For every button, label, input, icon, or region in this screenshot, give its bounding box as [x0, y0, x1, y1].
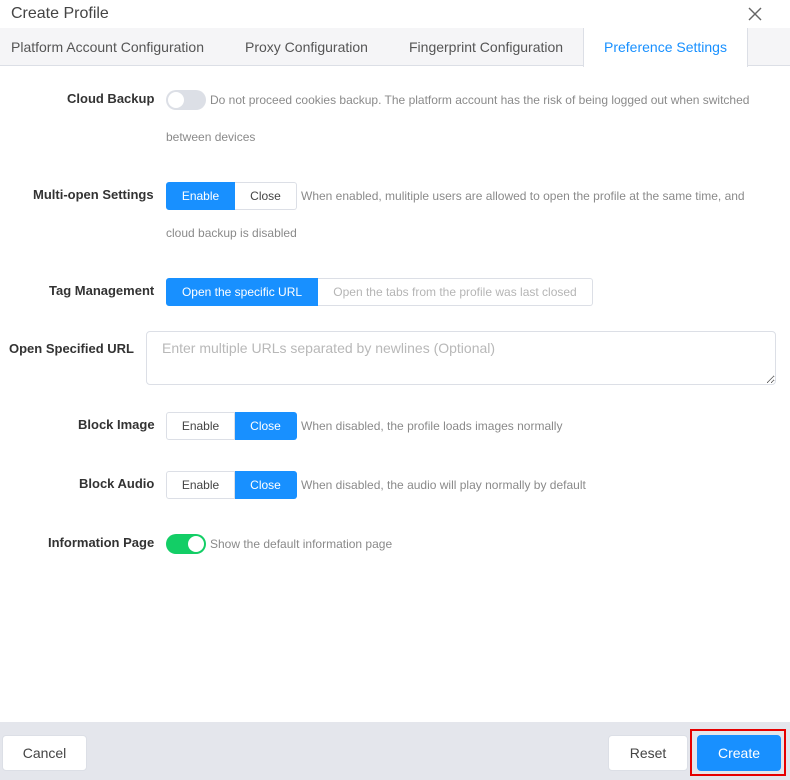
- block-image-close-button[interactable]: Close: [235, 412, 297, 440]
- cloud-backup-hint-line1: Do not proceed cookies backup. The platf…: [210, 93, 750, 107]
- multi-open-label: Multi-open Settings: [33, 187, 154, 202]
- information-page-toggle[interactable]: [166, 534, 206, 554]
- tab-preference-settings[interactable]: Preference Settings: [583, 28, 748, 67]
- block-image-segmented: Enable Close: [166, 412, 297, 440]
- toggle-knob: [188, 536, 204, 552]
- cloud-backup-label: Cloud Backup: [67, 91, 155, 106]
- block-audio-label: Block Audio: [79, 476, 155, 491]
- open-specified-url-textarea[interactable]: [146, 331, 776, 385]
- create-button-highlight: [690, 729, 786, 776]
- tag-management-segmented: Open the specific URL Open the tabs from…: [166, 278, 593, 306]
- tab-fingerprint-configuration[interactable]: Fingerprint Configuration: [398, 28, 574, 66]
- information-page-label: Information Page: [48, 535, 155, 550]
- open-specified-url-label: Open Specified URL: [9, 341, 134, 356]
- multi-open-hint-line2: cloud backup is disabled: [166, 226, 297, 240]
- dialog-footer: Cancel Reset Create: [0, 722, 790, 780]
- information-page-hint: Show the default information page: [210, 537, 393, 551]
- reset-button[interactable]: Reset: [608, 735, 688, 771]
- block-audio-hint: When disabled, the audio will play norma…: [301, 478, 586, 492]
- block-audio-enable-button[interactable]: Enable: [166, 471, 235, 499]
- multi-open-hint-line1: When enabled, mulitiple users are allowe…: [301, 189, 745, 203]
- block-audio-close-button[interactable]: Close: [235, 471, 297, 499]
- open-specific-url-button[interactable]: Open the specific URL: [166, 278, 318, 306]
- multi-open-segmented: Enable Close: [166, 182, 297, 210]
- cancel-button[interactable]: Cancel: [2, 735, 87, 771]
- multi-open-enable-button[interactable]: Enable: [166, 182, 235, 210]
- block-image-label: Block Image: [78, 417, 155, 432]
- cloud-backup-hint-line2: between devices: [166, 130, 256, 144]
- tab-proxy-configuration[interactable]: Proxy Configuration: [234, 28, 379, 66]
- block-image-hint: When disabled, the profile loads images …: [301, 419, 563, 433]
- tab-bar: Platform Account Configuration Proxy Con…: [0, 28, 790, 67]
- toggle-knob: [168, 92, 184, 108]
- open-last-closed-tabs-button[interactable]: Open the tabs from the profile was last …: [318, 278, 593, 306]
- dialog-header: Create Profile: [0, 0, 790, 28]
- tag-management-label: Tag Management: [49, 283, 155, 298]
- block-audio-segmented: Enable Close: [166, 471, 297, 499]
- multi-open-close-button[interactable]: Close: [235, 182, 297, 210]
- cloud-backup-toggle[interactable]: [166, 90, 206, 110]
- block-image-enable-button[interactable]: Enable: [166, 412, 235, 440]
- close-icon[interactable]: [745, 4, 765, 24]
- tab-platform-account-configuration[interactable]: Platform Account Configuration: [0, 28, 215, 66]
- dialog-title: Create Profile: [11, 5, 109, 22]
